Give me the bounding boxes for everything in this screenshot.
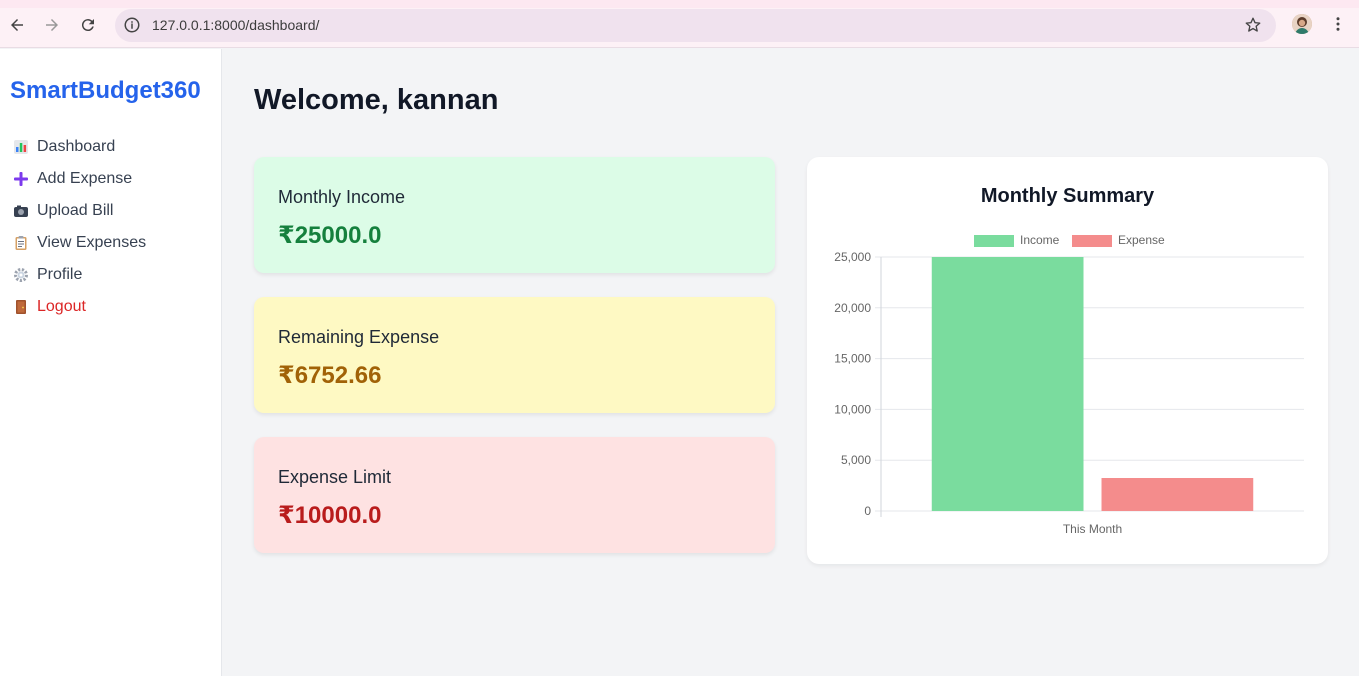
monthly-income-card: Monthly Income ₹25000.0	[254, 157, 775, 273]
card-amount: ₹25000.0	[278, 222, 382, 249]
tab-strip	[0, 0, 1359, 8]
sidebar-nav: Dashboard Add Expense Upload Bill View E…	[12, 131, 146, 323]
clipboard-icon	[12, 234, 30, 252]
monthly-summary-card: Monthly Summary 25,000 20,000 15,000 10,000…	[807, 157, 1328, 564]
arrow-left-icon	[11, 19, 23, 31]
info-icon[interactable]	[123, 16, 141, 34]
sidebar-item-profile[interactable]: Profile	[12, 259, 146, 291]
sidebar-item-logout[interactable]: Logout	[12, 291, 146, 323]
y-tick-label: 25,000	[834, 250, 871, 264]
sidebar: SmartBudget360 Dashboard Add Expense Upl…	[0, 49, 222, 676]
reload-button[interactable]	[78, 15, 98, 35]
browser-toolbar: 127.0.0.1:8000/dashboard/	[0, 8, 1359, 48]
back-button[interactable]	[7, 15, 27, 35]
bar-expense	[1101, 478, 1254, 511]
legend-label: Income	[1020, 233, 1060, 247]
card-title: Remaining Expense	[278, 327, 440, 347]
y-tick-label: 0	[864, 504, 871, 518]
sidebar-item-label: Profile	[37, 266, 83, 283]
card-amount: ₹10000.0	[278, 502, 382, 529]
legend-swatch	[1072, 235, 1112, 247]
bar-income	[931, 257, 1084, 511]
sidebar-item-add-expense[interactable]: Add Expense	[12, 163, 146, 195]
y-tick-label: 15,000	[834, 352, 871, 366]
bar-chart-icon	[12, 138, 30, 156]
reload-icon	[81, 19, 94, 32]
url-text[interactable]: 127.0.0.1:8000/dashboard/	[152, 17, 319, 33]
y-tick-label: 10,000	[834, 402, 871, 416]
card-amount: ₹6752.66	[278, 362, 382, 389]
monthly-summary-chart: 25,000 20,000 15,000 10,000 5,000 0 This Month…	[834, 233, 1304, 536]
expense-limit-card: Expense Limit ₹10000.0	[254, 437, 775, 553]
gear-icon	[12, 266, 30, 284]
legend-label: Expense	[1118, 233, 1165, 247]
door-icon	[12, 298, 30, 316]
brand-title[interactable]: SmartBudget360	[10, 77, 201, 105]
card-title: Expense Limit	[278, 467, 392, 487]
star-icon[interactable]	[1244, 16, 1262, 34]
profile-avatar[interactable]	[1292, 14, 1312, 34]
forward-button[interactable]	[42, 15, 62, 35]
y-tick-label: 20,000	[834, 301, 871, 315]
sidebar-item-label: Dashboard	[37, 138, 116, 155]
x-tick-label: This Month	[1063, 522, 1122, 536]
remaining-expense-card: Remaining Expense ₹6752.66	[254, 297, 775, 413]
sidebar-item-label: Logout	[37, 298, 86, 315]
more-menu-icon[interactable]	[1329, 15, 1347, 33]
sidebar-item-label: Add Expense	[37, 170, 133, 187]
sidebar-item-dashboard[interactable]: Dashboard	[12, 131, 146, 163]
sidebar-item-upload-bill[interactable]: Upload Bill	[12, 195, 146, 227]
y-tick-label: 5,000	[841, 453, 871, 467]
camera-icon	[12, 202, 30, 220]
plus-icon	[12, 170, 30, 188]
welcome-heading: Welcome, kannan	[254, 84, 499, 116]
legend-swatch	[974, 235, 1014, 247]
arrow-right-icon	[46, 19, 58, 31]
sidebar-item-label: View Expenses	[37, 234, 147, 251]
address-bar[interactable]: 127.0.0.1:8000/dashboard/	[115, 9, 1276, 42]
card-title: Monthly Income	[278, 187, 406, 207]
avatar-icon	[1292, 14, 1312, 34]
sidebar-item-label: Upload Bill	[37, 202, 114, 219]
sidebar-item-view-expenses[interactable]: View Expenses	[12, 227, 146, 259]
